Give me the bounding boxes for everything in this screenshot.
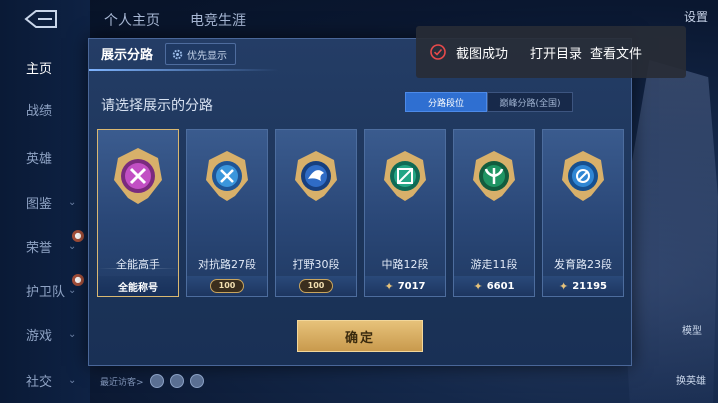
nav-item-home[interactable]: 主页 [0, 47, 90, 87]
game-screen: { "nav": { "items": [ {"label": "主页", "a… [0, 0, 718, 403]
lane-card-roam[interactable]: 游走11段 ✦ 6601 [453, 129, 535, 297]
lane-score-bar: ✦ 7017 [365, 276, 445, 296]
score-icon: ✦ [473, 279, 483, 293]
nav-label: 主页 [26, 61, 53, 77]
nav-label: 护卫队 [26, 284, 66, 300]
chevron-down-icon: ⌄ [68, 196, 77, 208]
peak-rank-badge: 100 [210, 279, 244, 293]
lane-card-mid[interactable]: 中路12段 ✦ 7017 [364, 129, 446, 297]
avatar[interactable] [189, 374, 204, 388]
tab-peak-lane[interactable]: 巅峰分路(全国) [487, 92, 573, 112]
lane-score-bar: 100 [276, 276, 356, 296]
nav-label: 游戏 [26, 328, 53, 344]
title-underline [89, 69, 279, 71]
peak-rank-badge: 100 [299, 279, 333, 293]
notification-badge: ● [72, 274, 84, 286]
farm-lane-emblem-icon [562, 151, 604, 201]
priority-display-label: 优先显示 [187, 50, 227, 62]
recent-visitors[interactable]: 最近访客> [100, 374, 204, 388]
lane-score-bar: ✦ 6601 [454, 276, 534, 296]
nav-item-record[interactable]: 战绩 [0, 89, 90, 129]
lane-card-all-rounder[interactable]: 全能高手 全能称号 [97, 129, 179, 297]
lane-name: 中路12段 [381, 258, 429, 271]
lane-score-bar: ✦ 21195 [543, 276, 623, 296]
avatar[interactable] [149, 374, 164, 388]
nav-label: 荣誉 [26, 240, 53, 256]
lane-name: 对抗路27段 [198, 258, 256, 271]
confirm-button[interactable]: 确定 [297, 320, 423, 352]
model-button[interactable]: 模型 [682, 322, 702, 337]
open-directory-link[interactable]: 打开目录 [530, 43, 582, 62]
nav-item-games[interactable]: 游戏 ⌄ [0, 314, 90, 354]
nav-label: 英雄 [26, 151, 53, 167]
tab-esports[interactable]: 电竞生涯 [190, 10, 246, 30]
back-icon[interactable] [22, 8, 60, 30]
toast-status: 截图成功 [456, 46, 509, 62]
avatar[interactable] [169, 374, 184, 388]
mid-lane-emblem-icon [384, 151, 426, 201]
jungle-emblem-icon [295, 151, 337, 201]
nav-label: 社交 [26, 374, 53, 390]
priority-display-button[interactable]: 优先显示 [165, 43, 236, 65]
tab-profile[interactable]: 个人主页 [104, 10, 160, 30]
lane-card-clash[interactable]: 对抗路27段 100 [186, 129, 268, 297]
lane-name: 全能高手 [116, 258, 160, 271]
lane-score: 21195 [572, 280, 607, 292]
clash-lane-emblem-icon [206, 151, 248, 201]
settings-link[interactable]: 设置 [684, 8, 708, 25]
lane-score-bar: 100 [187, 276, 267, 296]
nav-item-heroes[interactable]: 英雄 [0, 137, 90, 177]
recent-visitors-label: 最近访客> [100, 377, 144, 388]
score-icon: ✦ [558, 279, 569, 293]
lane-title-text: 全能称号 [118, 282, 158, 294]
switch-hero-button[interactable]: 换英雄 [676, 372, 706, 387]
all-rounder-emblem-icon [114, 148, 162, 204]
lane-card-jungle[interactable]: 打野30段 100 [275, 129, 357, 297]
nav-label: 图鉴 [26, 196, 53, 212]
lane-name: 打野30段 [292, 258, 340, 271]
screenshot-toast: 截图成功 打开目录 查看文件 [416, 26, 686, 78]
chevron-down-icon: ⌄ [68, 328, 77, 340]
check-circle-icon [430, 44, 446, 60]
tab-lane-rank[interactable]: 分路段位 [405, 92, 487, 112]
nav-item-codex[interactable]: 图鉴 ⌄ [0, 182, 90, 222]
lane-name: 发育路23段 [554, 258, 612, 271]
score-icon: ✦ [384, 279, 394, 293]
chevron-down-icon: ⌄ [68, 240, 77, 252]
gear-icon [172, 49, 183, 59]
lane-card-farm[interactable]: 发育路23段 ✦ 21195 [542, 129, 624, 297]
chevron-down-icon: ⌄ [68, 284, 77, 296]
chevron-down-icon: ⌄ [68, 374, 77, 386]
lane-score: 7017 [397, 280, 426, 292]
lane-title-badge: 全能称号 [98, 276, 178, 296]
view-file-link[interactable]: 查看文件 [590, 43, 642, 62]
sidebar: 主页 战绩 英雄 图鉴 ⌄ 荣誉 ⌄ ● 护卫队 ⌄ ● 游戏 ⌄ 社交 ⌄ [0, 0, 90, 403]
lane-display-dialog: 展示分路 优先显示 请选择展示的分路 分路段位 巅峰分路(全国) 全能高手 全能… [88, 38, 632, 366]
nav-item-social[interactable]: 社交 ⌄ [0, 360, 90, 400]
lane-name: 游走11段 [470, 258, 518, 271]
notification-badge: ● [72, 230, 84, 242]
nav-label: 战绩 [26, 103, 53, 119]
roam-emblem-icon [473, 151, 515, 201]
lane-score: 6601 [486, 280, 515, 292]
hero-silhouette [620, 60, 718, 403]
dialog-title: 展示分路 [101, 48, 154, 63]
select-lane-prompt: 请选择展示的分路 [101, 98, 213, 114]
